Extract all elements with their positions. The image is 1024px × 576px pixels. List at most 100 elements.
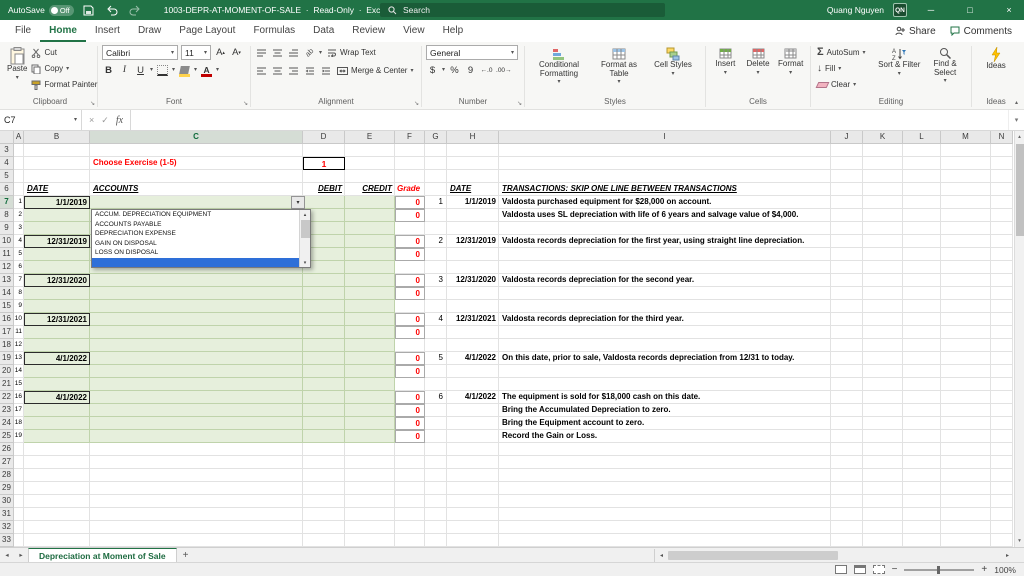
cell-J3[interactable] — [831, 144, 863, 157]
column-header-M[interactable]: M — [941, 131, 991, 144]
cell-I30[interactable] — [499, 495, 831, 508]
cell-I28[interactable] — [499, 469, 831, 482]
cell-E14[interactable] — [345, 287, 395, 300]
dropdown-scroll-thumb[interactable] — [300, 220, 310, 238]
cell-F3[interactable] — [395, 144, 425, 157]
share-button[interactable]: Share — [895, 26, 936, 37]
cell-J14[interactable] — [831, 287, 863, 300]
cell-E28[interactable] — [345, 469, 395, 482]
cell-H15[interactable] — [447, 300, 499, 313]
cell-H32[interactable] — [447, 521, 499, 534]
cell-L19[interactable] — [903, 352, 941, 365]
cell-H9[interactable] — [447, 222, 499, 235]
cell-A18[interactable]: 12 — [14, 339, 24, 352]
cell-E20[interactable] — [345, 365, 395, 378]
cell-J21[interactable] — [831, 378, 863, 391]
cell-N5[interactable] — [991, 170, 1013, 183]
font-name-select[interactable]: Calibri — [102, 45, 178, 60]
cell-B31[interactable] — [24, 508, 90, 521]
cell-C23[interactable] — [90, 404, 303, 417]
cell-A9[interactable]: 3 — [14, 222, 24, 235]
cell-I12[interactable] — [499, 261, 831, 274]
cell-K12[interactable] — [863, 261, 903, 274]
cell-F31[interactable] — [395, 508, 425, 521]
cell-A31[interactable] — [14, 508, 24, 521]
cell-N19[interactable] — [991, 352, 1013, 365]
cell-A8[interactable]: 2 — [14, 209, 24, 222]
cell-H7[interactable]: 1/1/2019 — [447, 196, 499, 209]
cell-I19[interactable]: On this date, prior to sale, Valdosta re… — [499, 352, 831, 365]
cell-L9[interactable] — [903, 222, 941, 235]
cell-A33[interactable] — [14, 534, 24, 547]
font-color-button[interactable]: A — [200, 63, 213, 77]
cell-M27[interactable] — [941, 456, 991, 469]
row-header-3[interactable]: 3 — [0, 144, 14, 157]
cell-D13[interactable] — [303, 274, 345, 287]
cell-K22[interactable] — [863, 391, 903, 404]
cell-N28[interactable] — [991, 469, 1013, 482]
cell-C6[interactable]: ACCOUNTS — [90, 183, 303, 196]
sheet-nav-left-icon[interactable]: ◂ — [0, 548, 14, 562]
cell-N10[interactable] — [991, 235, 1013, 248]
tab-page-layout[interactable]: Page Layout — [170, 20, 244, 42]
row-header-13[interactable]: 13 — [0, 274, 14, 287]
cell-F30[interactable] — [395, 495, 425, 508]
percent-format-button[interactable]: % — [448, 63, 461, 77]
cell-A4[interactable] — [14, 157, 24, 170]
align-middle-button[interactable] — [271, 46, 284, 60]
row-header-6[interactable]: 6 — [0, 183, 14, 196]
cell-M9[interactable] — [941, 222, 991, 235]
cell-M29[interactable] — [941, 482, 991, 495]
cell-C26[interactable] — [90, 443, 303, 456]
cell-C27[interactable] — [90, 456, 303, 469]
cell-A30[interactable] — [14, 495, 24, 508]
cell-F8[interactable]: 0 — [395, 209, 425, 222]
cell-C29[interactable] — [90, 482, 303, 495]
cell-B20[interactable] — [24, 365, 90, 378]
cell-J18[interactable] — [831, 339, 863, 352]
cell-D21[interactable] — [303, 378, 345, 391]
cell-L4[interactable] — [903, 157, 941, 170]
cell-J23[interactable] — [831, 404, 863, 417]
cell-B14[interactable] — [24, 287, 90, 300]
cell-L23[interactable] — [903, 404, 941, 417]
horizontal-scrollbar[interactable]: ◂ ▸ — [654, 549, 1014, 562]
cell-B6[interactable]: DATE — [24, 183, 90, 196]
cell-N26[interactable] — [991, 443, 1013, 456]
cell-G10[interactable]: 2 — [425, 235, 447, 248]
cell-M13[interactable] — [941, 274, 991, 287]
cell-C31[interactable] — [90, 508, 303, 521]
cell-M3[interactable] — [941, 144, 991, 157]
new-sheet-button[interactable]: + — [177, 548, 195, 562]
cell-B11[interactable] — [24, 248, 90, 261]
cell-G28[interactable] — [425, 469, 447, 482]
cell-I22[interactable]: The equipment is sold for $18,000 cash o… — [499, 391, 831, 404]
cell-N33[interactable] — [991, 534, 1013, 547]
find-select-button[interactable]: Find & Select — [923, 45, 967, 84]
column-header-K[interactable]: K — [863, 131, 903, 144]
cell-K5[interactable] — [863, 170, 903, 183]
underline-chevron-icon[interactable] — [150, 67, 153, 73]
row-header-30[interactable]: 30 — [0, 495, 14, 508]
cell-G31[interactable] — [425, 508, 447, 521]
formula-input[interactable] — [131, 110, 1008, 130]
cell-H14[interactable] — [447, 287, 499, 300]
cell-N31[interactable] — [991, 508, 1013, 521]
scroll-down-icon[interactable] — [1015, 535, 1024, 547]
cell-F26[interactable] — [395, 443, 425, 456]
cell-I4[interactable] — [499, 157, 831, 170]
cell-B26[interactable] — [24, 443, 90, 456]
cell-J27[interactable] — [831, 456, 863, 469]
cell-L12[interactable] — [903, 261, 941, 274]
cell-A22[interactable]: 16 — [14, 391, 24, 404]
cell-B4[interactable] — [24, 157, 90, 170]
cell-E32[interactable] — [345, 521, 395, 534]
cell-C20[interactable] — [90, 365, 303, 378]
cell-C5[interactable] — [90, 170, 303, 183]
cell-C7[interactable] — [90, 196, 303, 209]
align-right-button[interactable] — [287, 64, 300, 78]
cell-K21[interactable] — [863, 378, 903, 391]
cell-G11[interactable] — [425, 248, 447, 261]
underline-button[interactable]: U — [134, 63, 147, 77]
cell-J8[interactable] — [831, 209, 863, 222]
